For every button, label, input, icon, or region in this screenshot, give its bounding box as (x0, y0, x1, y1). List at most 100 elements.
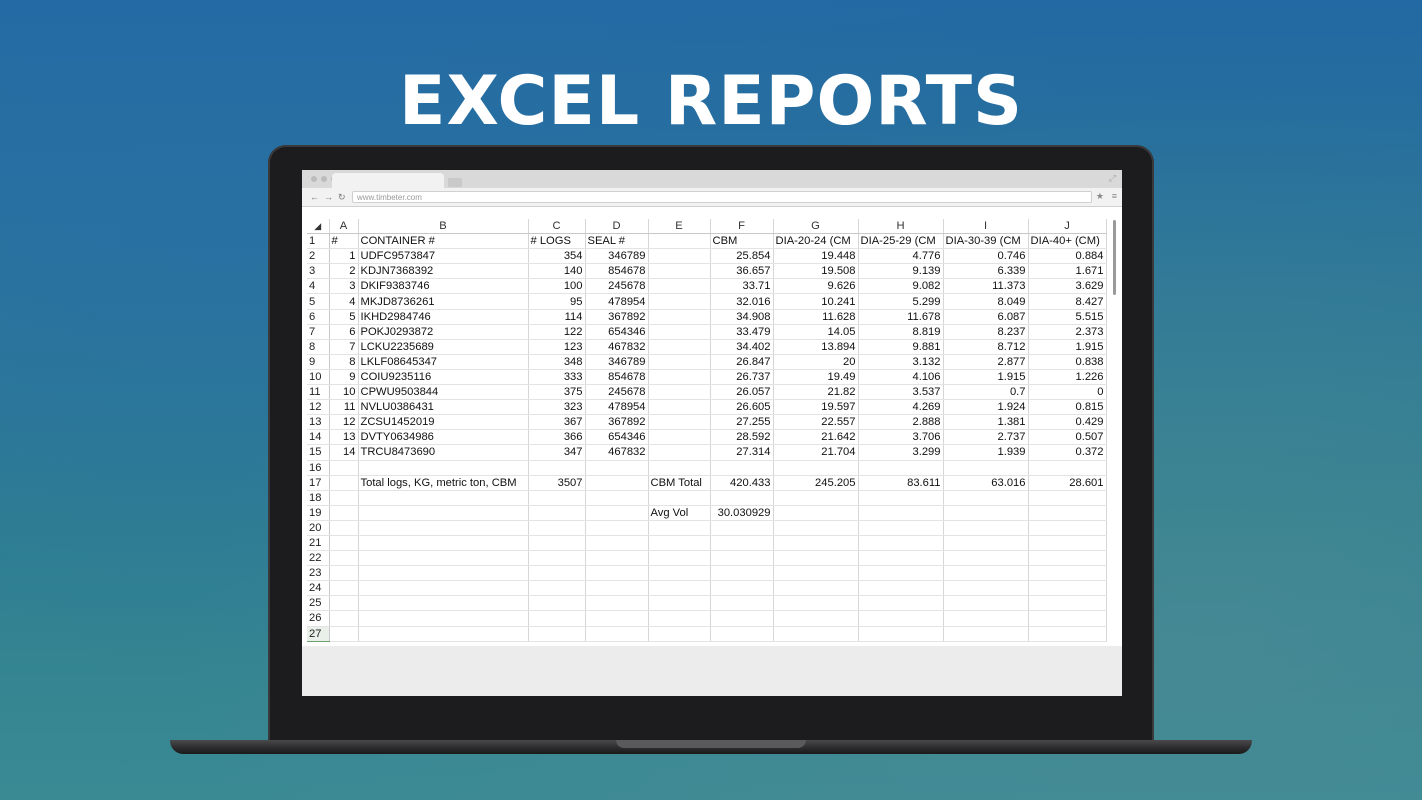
vertical-scrollbar[interactable] (1112, 220, 1118, 640)
sheet-cell[interactable]: UDFC9573847 (358, 248, 529, 265)
sheet-cell[interactable]: 2.373 (1028, 324, 1107, 340)
sheet-cell[interactable] (648, 565, 711, 582)
sheet-cell[interactable]: 1.381 (943, 414, 1029, 431)
sheet-cell[interactable]: 6.087 (943, 309, 1029, 325)
sheet-cell[interactable] (710, 550, 774, 567)
sheet-cell[interactable] (773, 610, 859, 627)
row-header[interactable]: 3 (307, 263, 330, 280)
sheet-cell[interactable] (858, 505, 944, 521)
row-header[interactable]: 13 (307, 414, 330, 431)
scrollbar-thumb[interactable] (1113, 220, 1116, 295)
row-header[interactable]: 9 (307, 354, 330, 370)
sheet-cell[interactable] (648, 263, 711, 280)
sheet-cell[interactable] (648, 324, 711, 340)
sheet-cell[interactable]: 34.908 (710, 309, 774, 325)
sheet-cell[interactable] (1028, 580, 1107, 597)
sheet-cell[interactable]: 1.671 (1028, 263, 1107, 280)
sheet-cell[interactable] (648, 414, 711, 431)
sheet-cell[interactable]: 367892 (585, 414, 649, 431)
sheet-cell[interactable] (648, 278, 711, 295)
sheet-cell[interactable] (1028, 565, 1107, 582)
sheet-cell[interactable]: 30.030929 (710, 505, 774, 521)
sheet-cell[interactable]: 26.737 (710, 369, 774, 386)
sheet-cell[interactable] (943, 565, 1029, 582)
sheet-cell[interactable]: 9.881 (858, 339, 944, 355)
sheet-cell[interactable] (585, 490, 649, 506)
row-header[interactable]: 10 (307, 369, 330, 386)
row-header[interactable]: 21 (307, 535, 330, 552)
sheet-cell[interactable]: 20 (773, 354, 859, 370)
sheet-cell[interactable] (585, 475, 649, 491)
sheet-cell[interactable] (648, 309, 711, 325)
sheet-cell[interactable]: 9.082 (858, 278, 944, 295)
sheet-cell[interactable]: NVLU0386431 (358, 399, 529, 416)
sheet-cell[interactable]: 245678 (585, 278, 649, 295)
row-header[interactable]: 26 (307, 610, 330, 627)
sheet-cell[interactable] (358, 535, 529, 552)
sheet-cell[interactable] (648, 384, 711, 401)
sheet-cell[interactable] (358, 610, 529, 627)
sheet-cell[interactable] (329, 550, 359, 567)
row-header[interactable]: 7 (307, 324, 330, 340)
sheet-cell[interactable]: 0.815 (1028, 399, 1107, 416)
sheet-cell[interactable] (710, 610, 774, 627)
sheet-cell[interactable]: 346789 (585, 248, 649, 265)
sheet-cell[interactable]: 11.628 (773, 309, 859, 325)
row-header[interactable]: 18 (307, 490, 330, 506)
sheet-cell[interactable] (528, 565, 586, 582)
row-header[interactable]: 17 (307, 475, 330, 491)
sheet-cell[interactable] (329, 520, 359, 536)
sheet-cell[interactable] (585, 520, 649, 536)
row-header[interactable]: 23 (307, 565, 330, 582)
sheet-cell[interactable]: 34.402 (710, 339, 774, 355)
sheet-cell[interactable] (585, 595, 649, 612)
sheet-cell[interactable] (943, 535, 1029, 552)
sheet-cell[interactable]: 375 (528, 384, 586, 401)
sheet-cell[interactable]: 478954 (585, 293, 649, 310)
expand-icon[interactable]: ⤢ (1109, 173, 1116, 184)
sheet-cell[interactable]: 19.49 (773, 369, 859, 386)
sheet-cell[interactable] (585, 626, 649, 642)
sheet-cell[interactable]: 21.704 (773, 444, 859, 461)
sheet-cell[interactable]: 33.71 (710, 278, 774, 295)
sheet-cell[interactable] (528, 595, 586, 612)
sheet-cell[interactable] (858, 550, 944, 567)
sheet-cell[interactable]: 0.372 (1028, 444, 1107, 461)
sheet-cell[interactable] (528, 580, 586, 597)
sheet-cell[interactable]: 3.537 (858, 384, 944, 401)
sheet-cell[interactable] (358, 505, 529, 521)
sheet-cell[interactable]: 1.939 (943, 444, 1029, 461)
sheet-cell[interactable] (528, 460, 586, 476)
sheet-cell[interactable] (358, 580, 529, 597)
sheet-cell[interactable] (858, 580, 944, 597)
sheet-cell[interactable] (1028, 595, 1107, 612)
sheet-cell[interactable]: MKJD8736261 (358, 293, 529, 310)
sheet-cell[interactable]: POKJ0293872 (358, 324, 529, 340)
column-header[interactable]: G (773, 219, 859, 235)
sheet-cell[interactable]: 5 (329, 309, 359, 325)
sheet-cell[interactable]: 0.746 (943, 248, 1029, 265)
sheet-cell[interactable]: 100 (528, 278, 586, 295)
sheet-cell[interactable] (585, 610, 649, 627)
sheet-cell[interactable] (648, 429, 711, 446)
sheet-cell[interactable] (585, 460, 649, 476)
sheet-cell[interactable] (329, 535, 359, 552)
row-header[interactable]: 19 (307, 505, 330, 521)
sheet-cell[interactable] (648, 293, 711, 310)
sheet-cell[interactable]: 36.657 (710, 263, 774, 280)
sheet-cell[interactable]: 83.611 (858, 475, 944, 491)
sheet-cell[interactable] (710, 595, 774, 612)
sheet-cell[interactable] (358, 550, 529, 567)
row-header[interactable]: 24 (307, 580, 330, 597)
sheet-cell[interactable]: 354 (528, 248, 586, 265)
sheet-cell[interactable] (1028, 460, 1107, 476)
sheet-cell[interactable] (648, 535, 711, 552)
sheet-cell[interactable] (773, 505, 859, 521)
sheet-cell[interactable]: IKHD2984746 (358, 309, 529, 325)
sheet-cell[interactable] (943, 626, 1029, 642)
star-icon[interactable]: ★ (1096, 191, 1104, 202)
sheet-cell[interactable]: 4.269 (858, 399, 944, 416)
sheet-cell[interactable] (648, 233, 711, 250)
sheet-cell[interactable]: 13 (329, 429, 359, 446)
sheet-cell[interactable] (329, 626, 359, 642)
